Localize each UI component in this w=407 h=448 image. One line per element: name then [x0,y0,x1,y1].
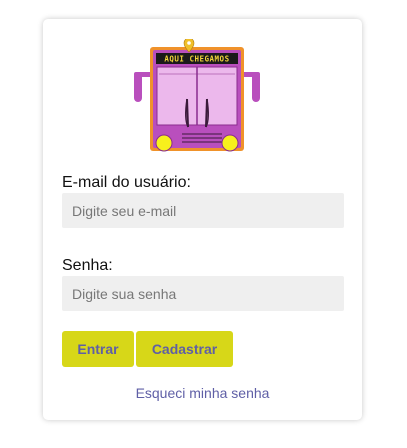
register-button[interactable]: Cadastrar [136,331,233,367]
login-card: AQUI CHEGAMOS E-mail do usuário: Senha: … [43,19,362,420]
email-field[interactable] [62,193,344,228]
left-headlight [155,134,173,152]
login-button[interactable]: Entrar [62,331,134,367]
password-label: Senha: [62,257,113,274]
password-field[interactable] [62,276,344,311]
forgot-password-link[interactable]: Esqueci minha senha [43,385,362,401]
bus-logo: AQUI CHEGAMOS [134,39,260,152]
right-headlight [221,134,239,152]
email-label: E-mail do usuário: [62,174,191,191]
bus-banner-text: AQUI CHEGAMOS [164,55,229,64]
